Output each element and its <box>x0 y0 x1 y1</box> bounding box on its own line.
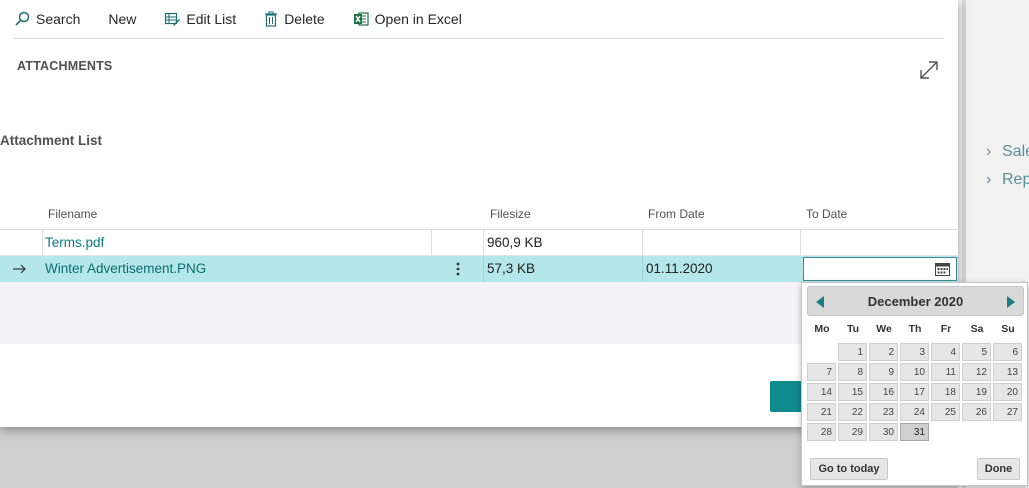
search-button[interactable]: Search <box>14 0 80 39</box>
calendar-day[interactable]: 21 <box>807 403 836 421</box>
from-date-cell[interactable]: 01.11.2020 <box>646 256 713 282</box>
expand-icon[interactable] <box>917 58 941 82</box>
column-header-filesize[interactable]: Filesize <box>490 207 531 221</box>
calendar-day[interactable]: 8 <box>838 363 867 381</box>
calendar-day[interactable]: 5 <box>962 343 991 361</box>
calendar-day[interactable]: 16 <box>869 383 898 401</box>
calendar-day[interactable]: 11 <box>931 363 960 381</box>
list-title: Attachment List <box>0 133 103 148</box>
calendar-day-selected[interactable]: 31 <box>900 423 929 441</box>
to-date-input[interactable] <box>803 257 957 281</box>
weekday-label: Su <box>1001 323 1015 335</box>
column-header-from-date[interactable]: From Date <box>648 207 705 221</box>
previous-month-icon[interactable] <box>816 296 824 308</box>
datepicker-month-title: December 2020 <box>867 294 964 309</box>
delete-button[interactable]: Delete <box>264 0 325 39</box>
section-title: ATTACHMENTS <box>17 59 113 73</box>
calendar-day[interactable]: 10 <box>900 363 929 381</box>
edit-list-button[interactable]: Edit List <box>164 0 236 39</box>
column-header-to-date[interactable]: To Date <box>806 207 847 221</box>
calendar-day[interactable]: 7 <box>807 363 836 381</box>
more-options-icon[interactable] <box>456 261 460 277</box>
edit-list-icon <box>165 12 181 26</box>
delete-icon <box>265 11 278 27</box>
weekday-label: We <box>876 323 892 335</box>
calendar-day[interactable]: 13 <box>993 363 1022 381</box>
calendar-day[interactable]: 19 <box>962 383 991 401</box>
excel-icon <box>353 12 369 26</box>
weekday-label: Th <box>908 323 922 335</box>
calendar-day[interactable]: 12 <box>962 363 991 381</box>
calendar-day[interactable]: 28 <box>807 423 836 441</box>
calendar-day[interactable]: 18 <box>931 383 960 401</box>
calendar-day[interactable]: 9 <box>869 363 898 381</box>
done-button[interactable]: Done <box>977 458 1020 480</box>
filename-link[interactable]: Winter Advertisement.PNG <box>45 256 206 282</box>
weekday-label: Tu <box>846 323 860 335</box>
table-row[interactable]: Terms.pdf 960,9 KB <box>0 230 958 256</box>
weekday-label: Fr <box>940 323 952 335</box>
open-in-excel-button[interactable]: Open in Excel <box>353 0 462 39</box>
calendar-day[interactable]: 4 <box>931 343 960 361</box>
new-button[interactable]: New <box>108 0 136 39</box>
calendar-day[interactable]: 3 <box>900 343 929 361</box>
calendar-day[interactable]: 24 <box>900 403 929 421</box>
filesize-cell: 57,3 KB <box>487 261 536 276</box>
calendar-day[interactable]: 23 <box>869 403 898 421</box>
filesize-cell: 960,9 KB <box>487 235 543 250</box>
calendar-day[interactable]: 14 <box>807 383 836 401</box>
calendar-day[interactable]: 6 <box>993 343 1022 361</box>
calendar-day[interactable]: 2 <box>869 343 898 361</box>
weekday-label: Mo <box>814 323 830 335</box>
calendar-day[interactable]: 27 <box>993 403 1022 421</box>
calendar-day[interactable]: 30 <box>869 423 898 441</box>
datepicker-header: December 2020 <box>807 286 1024 316</box>
datepicker-popup: December 2020 Mo Tu We Th Fr Sa Su 1 2 3 4 5 6 7 8 9 10… <box>801 282 1028 486</box>
next-month-icon[interactable] <box>1007 296 1015 308</box>
filename-link[interactable]: Terms.pdf <box>45 230 104 256</box>
calendar-icon[interactable] <box>935 262 950 276</box>
calendar-day[interactable]: 29 <box>838 423 867 441</box>
column-header-filename[interactable]: Filename <box>48 207 97 221</box>
calendar-day[interactable]: 26 <box>962 403 991 421</box>
row-arrow-icon <box>13 264 26 274</box>
go-to-today-button[interactable]: Go to today <box>810 458 888 480</box>
calendar-day[interactable]: 17 <box>900 383 929 401</box>
calendar-day[interactable]: 25 <box>931 403 960 421</box>
search-icon <box>15 11 30 26</box>
chevron-right-icon: › <box>986 143 992 160</box>
calendar-day[interactable]: 20 <box>993 383 1022 401</box>
calendar-day[interactable]: 15 <box>838 383 867 401</box>
background-link-sales[interactable]: ›Sale <box>986 143 1029 161</box>
background-link-reports[interactable]: › Rep <box>986 171 1029 189</box>
calendar-day[interactable]: 22 <box>838 403 867 421</box>
action-bar: Search New Edit List Delete Open in Exce… <box>14 0 944 39</box>
calendar-day[interactable]: 1 <box>838 343 867 361</box>
weekday-label: Sa <box>970 323 984 335</box>
chevron-right-icon: › <box>986 171 992 188</box>
